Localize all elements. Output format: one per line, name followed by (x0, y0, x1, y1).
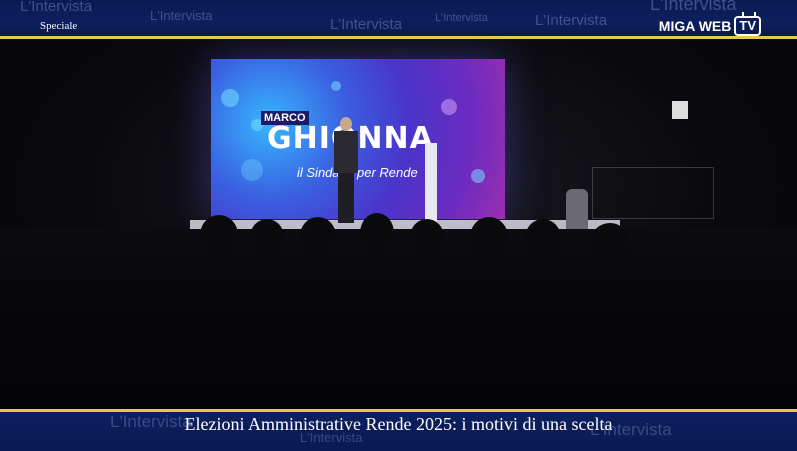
speaker-figure (332, 117, 360, 223)
lighting-rig (592, 167, 714, 219)
watermark-text: L'Intervista (20, 0, 93, 15)
audience-silhouettes (0, 213, 797, 409)
headline-caption: Elezioni Amministrative Rende 2025: i mo… (184, 414, 613, 434)
watermark-text: L'Intervista (435, 12, 488, 24)
light-panel (672, 101, 688, 119)
podium (425, 143, 437, 223)
watermark-text: L'Intervista (650, 0, 737, 14)
brand-name: MIGA WEB (658, 18, 732, 34)
photographer-figure (566, 189, 588, 229)
watermark-text: L'Intervista (150, 8, 213, 23)
watermark-text: L'Intervista (330, 16, 403, 33)
watermark-text: L'Intervista (535, 12, 608, 29)
channel-logo: MIGA WEB TV (659, 16, 761, 36)
section-label: Speciale (40, 20, 78, 32)
tv-icon: TV (734, 16, 761, 36)
event-photo: MARCO GHIONNA il Sindaco per Rende (0, 39, 797, 409)
